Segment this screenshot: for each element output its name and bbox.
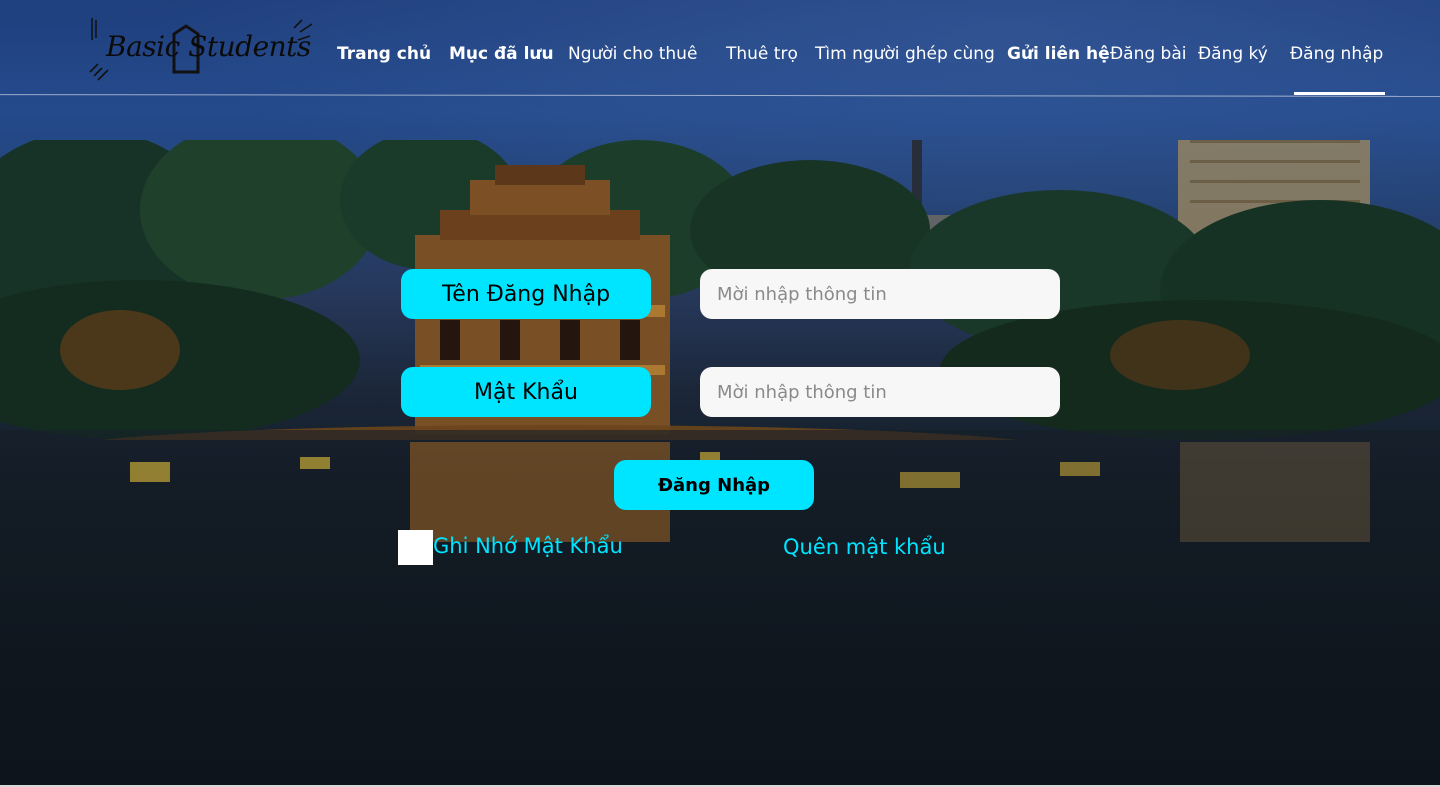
forgot-password-link[interactable]: Quên mật khẩu xyxy=(783,535,946,559)
nav-find-roommate[interactable]: Tìm người ghép cùng xyxy=(815,44,995,64)
nav-home[interactable]: Trang chủ xyxy=(337,44,431,64)
password-label: Mật Khẩu xyxy=(401,367,651,417)
nav-register[interactable]: Đăng ký xyxy=(1198,44,1268,64)
nav-active-indicator xyxy=(1294,92,1385,95)
username-input[interactable] xyxy=(700,269,1060,319)
nav-post[interactable]: Đăng bài xyxy=(1110,44,1187,64)
nav-landlords[interactable]: Người cho thuê xyxy=(568,44,697,64)
nav-login[interactable]: Đăng nhập xyxy=(1290,44,1383,64)
nav-rent-room[interactable]: Thuê trọ xyxy=(726,44,798,64)
password-input[interactable] xyxy=(700,367,1060,417)
remember-checkbox[interactable] xyxy=(398,530,433,565)
header-divider xyxy=(0,94,1440,97)
remember-label[interactable]: Ghi Nhớ Mật Khẩu xyxy=(433,534,623,558)
main-nav: Trang chủ Mục đã lưu Người cho thuê Thuê… xyxy=(0,44,1440,72)
nav-contact[interactable]: Gửi liên hệ xyxy=(1007,44,1110,64)
site-header: Basic Students Trang chủ Mục đã lưu Ngườ… xyxy=(0,0,1440,97)
username-label: Tên Đăng Nhập xyxy=(401,269,651,319)
login-button[interactable]: Đăng Nhập xyxy=(614,460,814,510)
nav-saved[interactable]: Mục đã lưu xyxy=(449,44,554,64)
